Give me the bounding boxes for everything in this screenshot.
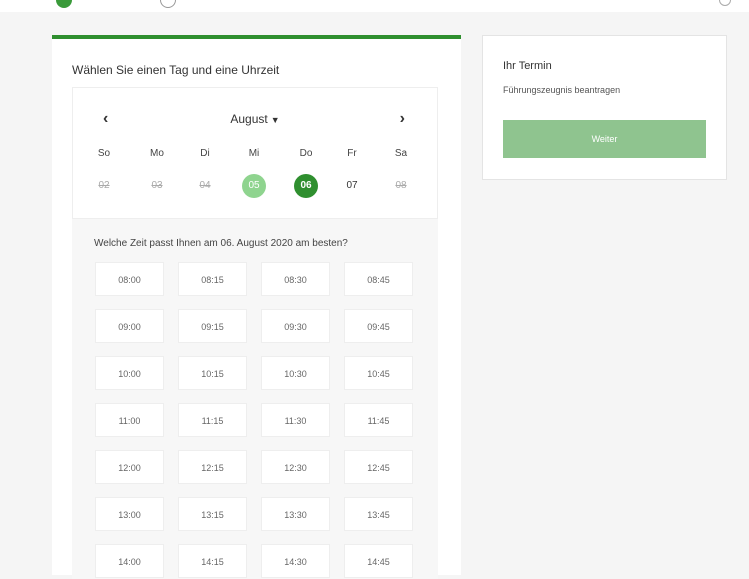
calendar-day-disabled: 02 xyxy=(98,180,110,191)
chevron-right-icon[interactable]: › xyxy=(400,110,405,128)
calendar-day-available[interactable]: 07 xyxy=(340,174,364,198)
step-complete-icon xyxy=(56,0,72,8)
appointment-picker-card: Wählen Sie einen Tag und eine Uhrzeit ‹ … xyxy=(52,35,461,579)
time-slot-button[interactable]: 09:00 xyxy=(95,309,164,343)
calendar-day-disabled: 04 xyxy=(199,180,211,191)
calendar: ‹ August ▼ › So Mo Di Mi Do Fr Sa 02 03 04 05 06 07 0… xyxy=(72,87,438,219)
time-slot-button[interactable]: 10:00 xyxy=(95,356,164,390)
time-slot-button[interactable]: 13:30 xyxy=(261,497,330,531)
time-slot-button[interactable]: 10:45 xyxy=(344,356,413,390)
time-slot-button[interactable]: 13:15 xyxy=(178,497,247,531)
time-slot-button[interactable]: 10:15 xyxy=(178,356,247,390)
calendar-day-disabled: 08 xyxy=(395,180,407,191)
weekday-header: Mo xyxy=(150,148,164,159)
weekday-header: Sa xyxy=(394,148,408,159)
time-slot-button[interactable]: 13:45 xyxy=(344,497,413,531)
time-slot-button[interactable]: 14:45 xyxy=(344,544,413,578)
summary-service: Führungszeugnis beantragen xyxy=(503,85,621,95)
month-label: August xyxy=(230,112,268,126)
time-slot-button[interactable]: 14:15 xyxy=(178,544,247,578)
time-slot-button[interactable]: 12:45 xyxy=(344,450,413,484)
appointment-summary-card: Ihr Termin Führungszeugnis beantragen We… xyxy=(482,35,727,180)
time-slot-button[interactable]: 14:00 xyxy=(95,544,164,578)
time-slot-button[interactable]: 09:30 xyxy=(261,309,330,343)
time-slot-button[interactable]: 08:30 xyxy=(261,262,330,296)
continue-button[interactable]: Weiter xyxy=(503,120,706,158)
weekday-header: So xyxy=(97,148,111,159)
calendar-day-today[interactable]: 05 xyxy=(242,174,266,198)
card-title: Wählen Sie einen Tag und eine Uhrzeit xyxy=(72,63,280,77)
time-slot-button[interactable]: 11:45 xyxy=(344,403,413,437)
summary-title: Ihr Termin xyxy=(503,60,552,72)
time-slot-button[interactable]: 08:00 xyxy=(95,262,164,296)
top-progress-bar xyxy=(0,0,749,12)
weekday-header: Do xyxy=(299,148,313,159)
weekday-header: Di xyxy=(200,148,210,159)
time-slot-button[interactable]: 11:00 xyxy=(95,403,164,437)
time-slot-button[interactable]: 11:30 xyxy=(261,403,330,437)
time-slot-button[interactable]: 13:00 xyxy=(95,497,164,531)
time-slot-button[interactable]: 12:00 xyxy=(95,450,164,484)
time-slot-area: Welche Zeit passt Ihnen am 06. August 20… xyxy=(72,219,438,579)
calendar-day-selected[interactable]: 06 xyxy=(294,174,318,198)
time-slot-button[interactable]: 08:45 xyxy=(344,262,413,296)
calendar-day-disabled: 03 xyxy=(151,180,163,191)
time-question: Welche Zeit passt Ihnen am 06. August 20… xyxy=(94,238,348,249)
month-selector[interactable]: August ▼ xyxy=(73,112,437,126)
step-current-icon xyxy=(160,0,176,8)
help-icon[interactable] xyxy=(719,0,731,6)
weekday-header: Fr xyxy=(347,148,357,159)
time-slot-button[interactable]: 10:30 xyxy=(261,356,330,390)
time-slot-button[interactable]: 12:30 xyxy=(261,450,330,484)
time-slot-button[interactable]: 12:15 xyxy=(178,450,247,484)
time-slot-button[interactable]: 09:45 xyxy=(344,309,413,343)
time-slot-button[interactable]: 11:15 xyxy=(178,403,247,437)
time-slot-button[interactable]: 09:15 xyxy=(178,309,247,343)
weekday-header: Mi xyxy=(248,148,260,159)
time-slot-button[interactable]: 14:30 xyxy=(261,544,330,578)
chevron-down-icon: ▼ xyxy=(270,115,280,125)
time-slot-button[interactable]: 08:15 xyxy=(178,262,247,296)
